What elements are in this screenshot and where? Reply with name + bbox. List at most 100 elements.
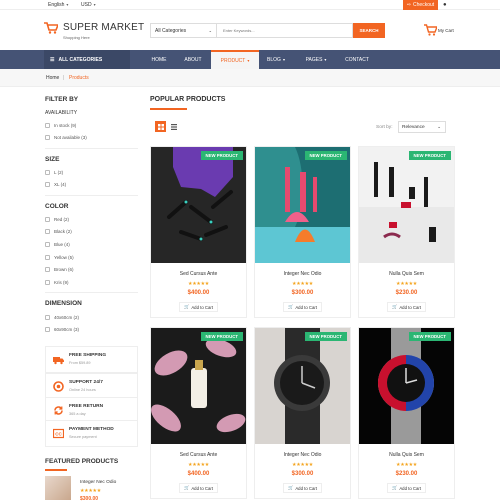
product-card[interactable]: NEW PRODUCT Integer Nec Odio ★★★★★ $300.… (254, 327, 351, 499)
featured-product-image[interactable] (45, 476, 71, 500)
service-subtitle: Secure payment (69, 435, 97, 439)
currency-select[interactable]: USD ▾ (81, 2, 96, 8)
filter-option[interactable]: L (2) (45, 170, 63, 175)
filter-option[interactable]: Red (2) (45, 217, 69, 222)
product-card[interactable]: NEW PRODUCT Nulla Quis Sem ★★★★★ $230.00… (358, 327, 455, 499)
filter-option[interactable]: Brown (6) (45, 267, 74, 272)
divider (45, 195, 138, 196)
featured-product-price: $300.00 (80, 496, 99, 502)
product-name[interactable]: Sed Cursus Ante (151, 271, 246, 277)
cart-label[interactable]: My Cart (438, 28, 454, 33)
checkbox[interactable] (45, 229, 50, 234)
product-image[interactable]: NEW PRODUCT (151, 328, 246, 444)
checkbox[interactable] (45, 327, 50, 332)
add-to-cart-button[interactable]: 🛒 Add to Cart (283, 483, 322, 493)
product-name[interactable]: Integer Nec Odio (255, 271, 350, 277)
filter-option[interactable]: Not available (3) (45, 135, 87, 140)
filter-title: FILTER BY (45, 96, 79, 103)
sort-select[interactable]: Relevance ⌄ (398, 121, 446, 133)
filter-option[interactable]: 40x60cm (2) (45, 315, 79, 320)
checkbox[interactable] (45, 182, 50, 187)
support-icon (53, 381, 64, 392)
checkbox[interactable] (45, 242, 50, 247)
product-card[interactable]: NEW PRODUCT Sed Cursus Ante ★★★★★ $400.0… (150, 327, 247, 499)
filter-option[interactable]: In stock (9) (45, 123, 76, 128)
filter-option-label: Brown (6) (54, 267, 74, 272)
product-card[interactable]: NEW PRODUCT Sed Cursus Ante ★★★★★ $400.0… (150, 146, 247, 318)
checkbox[interactable] (45, 123, 50, 128)
search-input[interactable] (217, 23, 353, 38)
product-image[interactable]: NEW PRODUCT (359, 328, 454, 444)
filter-option[interactable]: 60x90cm (3) (45, 327, 79, 332)
add-to-cart-button[interactable]: 🛒 Add to Cart (179, 483, 218, 493)
new-product-badge: NEW PRODUCT (304, 151, 347, 160)
filter-option-label: In stock (9) (54, 123, 77, 128)
breadcrumb-home[interactable]: Home (46, 75, 59, 81)
service-box: SUPPORT 24/7 Online 24 hours (45, 373, 138, 400)
filter-option[interactable]: Blue (4) (45, 242, 70, 247)
filter-option[interactable]: Yellow (5) (45, 255, 74, 260)
product-rating: ★★★★★ (396, 462, 417, 468)
truck-icon (53, 357, 64, 365)
top-bar: English ▾ USD ▾ ⇨ Checkout ● (0, 0, 500, 10)
product-name[interactable]: Nulla Quis Sem (359, 452, 454, 458)
featured-product-name[interactable]: Integer Nec Odio (80, 480, 116, 485)
nav-blog-label: BLOG (267, 56, 281, 63)
product-image[interactable]: NEW PRODUCT (255, 328, 350, 444)
checkbox[interactable] (45, 255, 50, 260)
site-logo[interactable]: SUPER MARKET (63, 22, 144, 33)
product-price: $300.00 (291, 290, 314, 296)
checkbox[interactable] (45, 267, 50, 272)
product-name[interactable]: Integer Nec Odio (255, 452, 350, 458)
category-select-value: All Categories (155, 28, 187, 34)
user-icon[interactable]: ● (443, 2, 447, 8)
chevron-down-icon: ▾ (66, 2, 69, 7)
service-title: PAYMENT METHOD (69, 427, 114, 432)
cart-icon[interactable] (424, 24, 437, 36)
product-card[interactable]: NEW PRODUCT Nulla Quis Sem ★★★★★ $230.00… (358, 146, 455, 318)
add-to-cart-button[interactable]: 🛒 Add to Cart (179, 302, 218, 312)
service-box: FREE SHIPPING From $59.89 (45, 346, 138, 373)
product-rating: ★★★★★ (188, 281, 209, 287)
nav-pages[interactable]: PAGES ▾ (300, 50, 332, 69)
product-image[interactable]: NEW PRODUCT (151, 147, 246, 263)
nav-about[interactable]: ABOUT (178, 50, 208, 69)
filter-option[interactable]: Black (2) (45, 229, 72, 234)
product-name[interactable]: Sed Cursus Ante (151, 452, 246, 458)
search-button[interactable]: SEARCH (353, 23, 385, 38)
filter-option[interactable]: Kris (9) (45, 280, 69, 285)
checkbox[interactable] (45, 170, 50, 175)
payment-icon: CC (53, 428, 64, 439)
chevron-down-icon: ▾ (93, 2, 96, 7)
language-select[interactable]: English ▾ (48, 2, 68, 8)
product-image[interactable]: NEW PRODUCT (359, 147, 454, 263)
add-to-cart-button[interactable]: 🛒 Add to Cart (387, 302, 426, 312)
nav-product[interactable]: PRODUCT ▾ (211, 50, 259, 69)
product-rating: ★★★★★ (292, 281, 313, 287)
checkbox[interactable] (45, 315, 50, 320)
checkbox[interactable] (45, 135, 50, 140)
checkbox[interactable] (45, 280, 50, 285)
grid-view-button[interactable] (155, 121, 166, 132)
service-box: CC PAYMENT METHOD Secure payment (45, 420, 138, 447)
category-select[interactable]: All Categories ⌄ (150, 23, 217, 38)
breadcrumb: Home | Products (0, 69, 500, 87)
nav-contact[interactable]: CONTACT (342, 50, 372, 69)
checkbox[interactable] (45, 217, 50, 222)
nav-blog[interactable]: BLOG ▾ (262, 50, 290, 69)
product-photo (151, 338, 246, 433)
add-to-cart-button[interactable]: 🛒 Add to Cart (387, 483, 426, 493)
currency-label: USD (81, 2, 92, 8)
product-image[interactable]: NEW PRODUCT (255, 147, 350, 263)
nav-home[interactable]: HOME (145, 50, 173, 69)
service-subtitle: Online 24 hours (69, 388, 96, 392)
list-view-button[interactable] (168, 121, 179, 132)
product-name[interactable]: Nulla Quis Sem (359, 271, 454, 277)
add-to-cart-label: Add to Cart (399, 304, 422, 310)
all-categories-button[interactable]: ☰ ALL CATEGORIES (44, 50, 130, 69)
add-to-cart-button[interactable]: 🛒 Add to Cart (283, 302, 322, 312)
checkout-button[interactable]: ⇨ Checkout (403, 0, 438, 10)
filter-option[interactable]: XL (4) (45, 182, 66, 187)
cart-icon: 🛒 (183, 304, 190, 309)
product-card[interactable]: NEW PRODUCT Integer Nec Odio ★★★★★ $300.… (254, 146, 351, 318)
